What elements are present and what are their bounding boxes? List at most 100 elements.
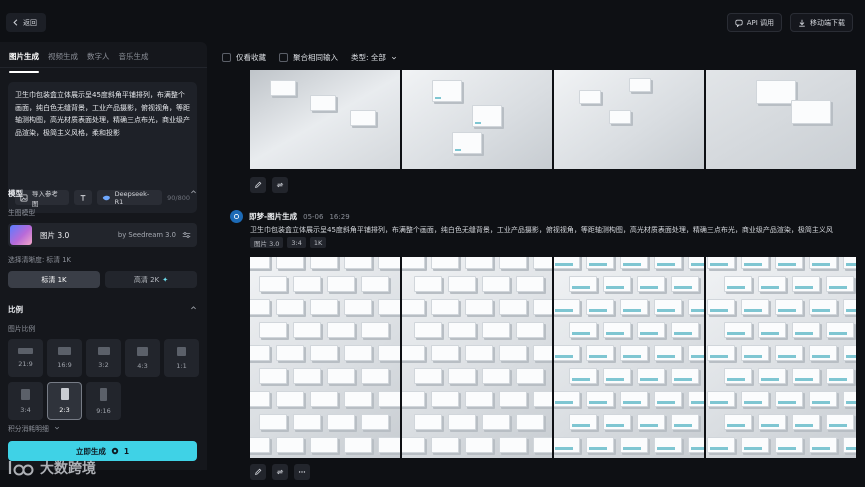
back-button[interactable]: 返回 — [6, 13, 46, 32]
ratio-option-9-16[interactable]: 9:16 — [86, 382, 121, 420]
stripe — [761, 378, 779, 381]
package-shape — [259, 414, 287, 430]
package-shape — [414, 414, 442, 430]
package-shape — [378, 345, 400, 361]
stripe — [744, 447, 762, 450]
result-image[interactable] — [402, 70, 552, 169]
resolution-2k-button[interactable]: 高清 2K ✦ — [105, 271, 197, 288]
tab-music-generation[interactable]: 音乐生成 — [119, 51, 149, 67]
stripe — [744, 263, 762, 266]
package-shape — [414, 276, 442, 292]
result-image[interactable] — [554, 70, 704, 169]
package-shape — [809, 257, 837, 269]
package-shape — [259, 276, 287, 292]
package-shape — [826, 276, 854, 292]
favorites-only-checkbox[interactable]: 仅看收藏 — [222, 52, 266, 63]
package-shape — [637, 414, 665, 430]
checkbox-box — [279, 53, 288, 62]
api-button[interactable]: API 调用 — [726, 13, 782, 32]
edit-button[interactable] — [250, 177, 266, 193]
ratio-option-3-4[interactable]: 3:4 — [8, 382, 43, 420]
stripe — [623, 309, 641, 312]
package-shape — [482, 368, 510, 384]
stripe — [829, 424, 847, 427]
ratio-section-header[interactable]: 比例 — [8, 304, 197, 315]
tab-image-generation[interactable]: 图片生成 — [9, 51, 39, 73]
package-shape — [843, 299, 856, 315]
result-image[interactable] — [402, 257, 552, 458]
merge-inputs-checkbox[interactable]: 聚合相同输入 — [279, 52, 338, 63]
stripe — [846, 401, 856, 404]
package-shape — [378, 437, 400, 453]
package-shape — [448, 368, 476, 384]
package-shape — [448, 322, 476, 338]
merge-inputs-label: 聚合相同输入 — [293, 53, 338, 62]
stripe — [829, 378, 847, 381]
ratio-option-16-9[interactable]: 16:9 — [47, 339, 82, 377]
resolution-1k-button[interactable]: 标清 1K — [8, 271, 100, 288]
stripe — [555, 401, 573, 404]
package-shape — [724, 368, 752, 384]
ratio-label: 2:3 — [59, 406, 70, 414]
package-shape — [775, 299, 803, 315]
results-area: 仅看收藏 聚合相同输入 类型: 全部 即梦-图片生成 05-06 16:29 卫… — [212, 42, 865, 487]
mobile-download-button[interactable]: 移动端下载 — [790, 13, 853, 32]
stripe — [710, 447, 728, 450]
package-shape — [586, 299, 614, 315]
regenerate-button[interactable] — [272, 464, 288, 480]
stripe — [795, 378, 813, 381]
refresh-icon — [276, 469, 284, 475]
model-sub-label: 生图模型 — [8, 209, 36, 217]
model-section-header[interactable]: 模型 — [8, 188, 197, 199]
package-shape — [310, 391, 338, 407]
stripe — [640, 286, 658, 289]
credit-details-toggle[interactable]: 积分消耗明细 — [8, 423, 60, 433]
stripe — [589, 263, 607, 266]
package-shape — [499, 391, 527, 407]
stripe — [812, 447, 830, 450]
type-filter-dropdown[interactable]: 类型: 全部 — [351, 52, 397, 63]
package-shape — [499, 345, 527, 361]
resolution-2k-label: 高清 2K — [133, 275, 160, 284]
ratio-option-4-3[interactable]: 4:3 — [125, 339, 160, 377]
package-shape — [707, 345, 735, 361]
package-shape — [554, 391, 580, 407]
regenerate-button[interactable] — [272, 177, 288, 193]
dreamina-logo-icon — [233, 213, 240, 220]
stripe — [572, 332, 590, 335]
stripe — [727, 424, 745, 427]
result-image[interactable] — [706, 70, 856, 169]
package-shape — [344, 345, 372, 361]
chevron-down-icon — [391, 56, 396, 59]
package-shape — [250, 437, 270, 453]
package-shape — [792, 368, 820, 384]
stripe — [657, 263, 675, 266]
ratio-option-21-9[interactable]: 21:9 — [8, 339, 43, 377]
stripe — [691, 447, 704, 450]
package-shape — [826, 414, 854, 430]
package-shape — [472, 105, 502, 127]
package-shape — [452, 132, 482, 154]
edit-button[interactable] — [250, 464, 266, 480]
ratio-section-title: 比例 — [8, 305, 23, 314]
result-image[interactable] — [554, 257, 704, 458]
ratio-option-1-1[interactable]: 1:1 — [164, 339, 199, 377]
ratio-label: 4:3 — [137, 361, 148, 370]
prompt-text[interactable]: 卫生巾包装盒立体展示呈45度斜角平铺排列，布满整个画面，纯白色无缝背景，工业产品… — [15, 89, 190, 139]
ratio-option-2-3[interactable]: 2:3 — [47, 382, 82, 420]
result-image[interactable] — [250, 70, 400, 169]
resolution-options: 标清 1K 高清 2K ✦ — [8, 271, 197, 288]
result-image[interactable] — [706, 257, 856, 458]
tab-video-generation[interactable]: 视频生成 — [48, 51, 78, 67]
result-image[interactable] — [250, 257, 400, 458]
ratio-option-3-2[interactable]: 3:2 — [86, 339, 121, 377]
model-selector[interactable]: 图片 3.0 by Seedream 3.0 — [8, 223, 197, 247]
package-shape — [344, 257, 372, 269]
stripe — [710, 309, 728, 312]
avatar — [230, 210, 243, 223]
settings-sliders-icon[interactable] — [182, 231, 191, 239]
package-shape — [826, 368, 854, 384]
tab-digital-human[interactable]: 数字人 — [87, 51, 110, 67]
more-button[interactable] — [294, 464, 310, 480]
ratio-grid: 21:9 16:9 3:2 4:3 1:1 3:4 2:3 9:16 — [8, 339, 200, 420]
